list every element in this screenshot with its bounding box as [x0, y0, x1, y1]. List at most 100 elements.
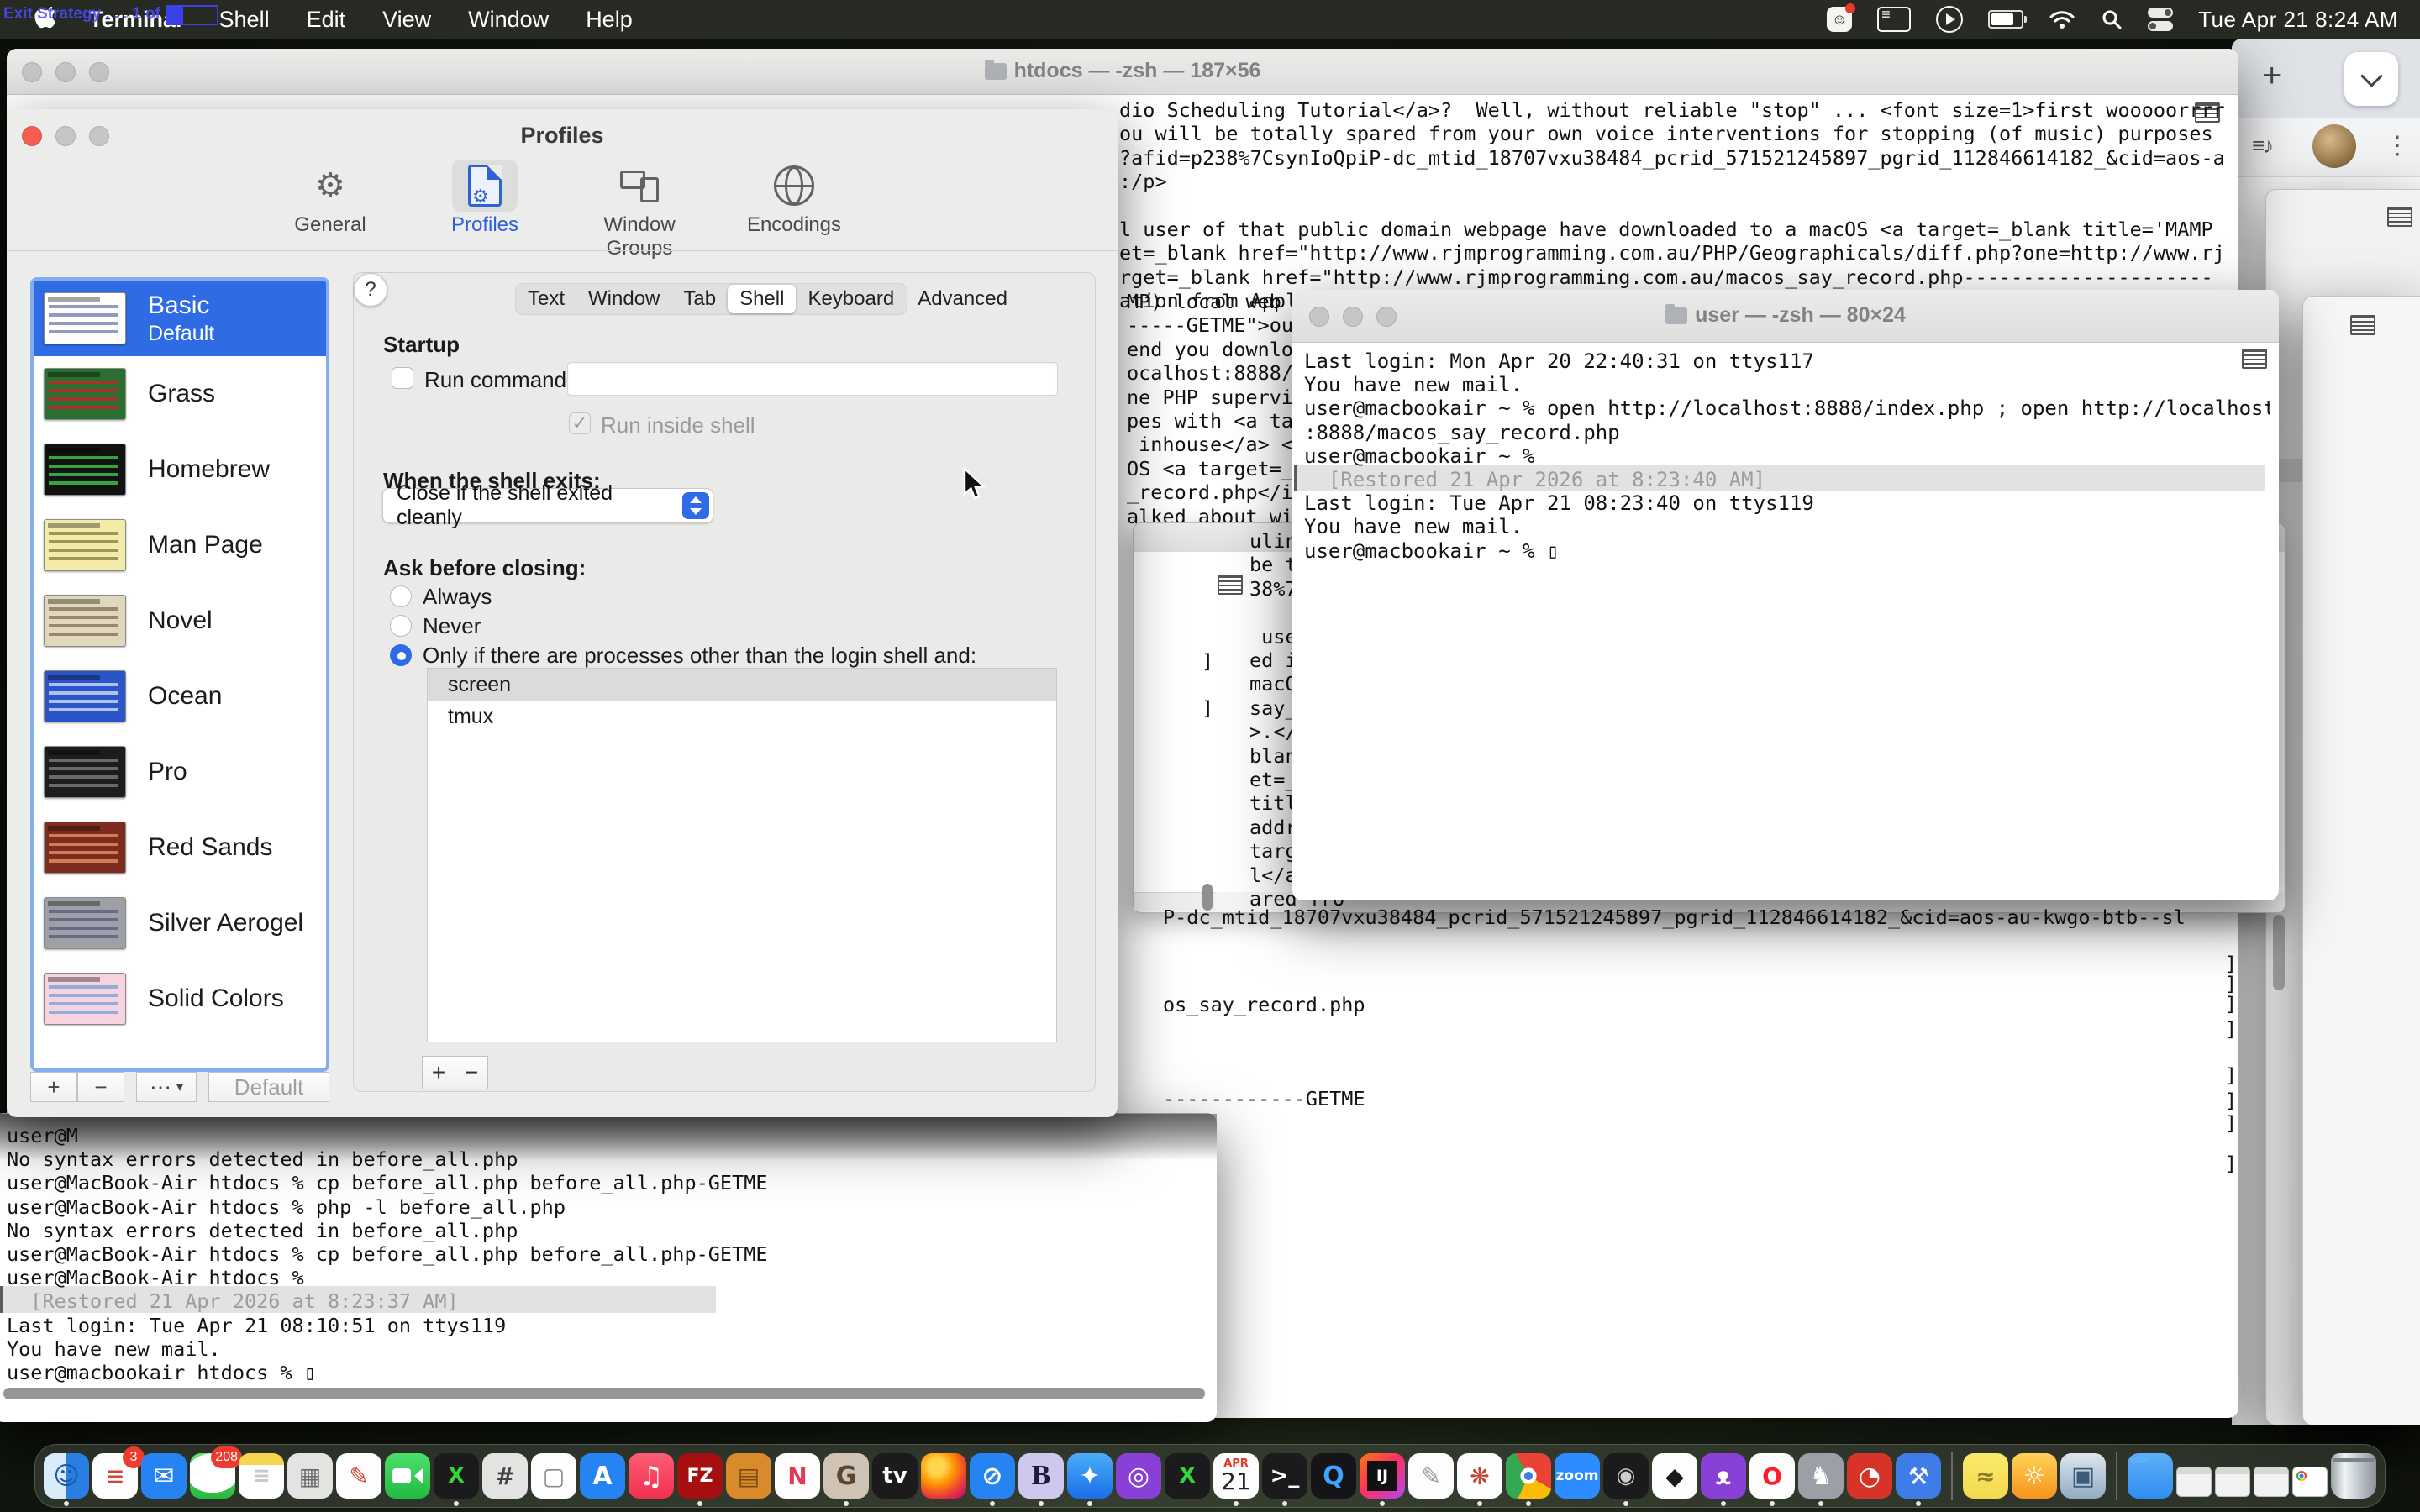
dock-icon-chrome[interactable]: [1506, 1453, 1551, 1499]
toolbar-item-encodings[interactable]: Encodings: [731, 156, 857, 250]
profile-row-man-page[interactable]: Man Page: [34, 507, 326, 583]
profile-row-pro[interactable]: Pro: [34, 734, 326, 810]
profile-row-homebrew[interactable]: Homebrew: [34, 432, 326, 507]
dock-icon-gauge-app[interactable]: ◔: [1847, 1453, 1892, 1499]
profile-row-novel[interactable]: Novel: [34, 583, 326, 659]
dock-icon-quicktime[interactable]: Q: [1311, 1453, 1356, 1499]
tab-search-button[interactable]: [2344, 52, 2398, 106]
dock-icon-apple-tv[interactable]: tv: [872, 1453, 918, 1499]
dock-icon-bulb-app[interactable]: ☼: [2012, 1453, 2057, 1499]
profile-row-red-sands[interactable]: Red Sands: [34, 810, 326, 885]
dock-icon-mamp-elephant[interactable]: ♞: [1798, 1453, 1844, 1499]
add-profile-button[interactable]: +: [30, 1072, 77, 1102]
horizontal-scrollbar-thumb[interactable]: [3, 1388, 1205, 1399]
dock-icon-podcasts[interactable]: ◎: [1116, 1453, 1161, 1499]
menu-item-view[interactable]: View: [364, 7, 450, 33]
profile-row-basic[interactable]: BasicDefault: [34, 281, 326, 356]
process-list[interactable]: screentmux: [427, 668, 1057, 1042]
default-button[interactable]: Default: [208, 1072, 329, 1102]
profile-row-ocean[interactable]: Ocean: [34, 659, 326, 734]
wifi-icon[interactable]: [2049, 9, 2075, 29]
dock-icon-paint-app[interactable]: ❋: [1457, 1453, 1502, 1499]
battery-icon[interactable]: [1988, 10, 2023, 29]
toolbar-item-window-groups[interactable]: Window Groups: [576, 156, 702, 250]
dock-icon-photo-app[interactable]: ▣: [2060, 1453, 2106, 1499]
dock-icon-hammer-app[interactable]: ⚒: [1896, 1453, 1941, 1499]
dock-icon-opera[interactable]: O: [1749, 1453, 1795, 1499]
browser-avatar[interactable]: [2312, 124, 2356, 168]
tab-advanced[interactable]: Advanced: [906, 287, 1019, 311]
scrollbar-thumb[interactable]: [2273, 915, 2285, 990]
profile-row-solid-colors[interactable]: Solid Colors: [34, 961, 326, 1037]
tab-list-icon[interactable]: ≡♪: [2252, 133, 2272, 159]
toolbar-item-general[interactable]: ⚙General: [267, 156, 393, 250]
process-list-item-screen[interactable]: screen: [428, 669, 1056, 701]
dock-icon-textedit[interactable]: ✎: [1408, 1453, 1454, 1499]
menu-item-window[interactable]: Window: [450, 7, 567, 33]
radio-always[interactable]: [390, 585, 412, 607]
help-button[interactable]: ?: [354, 273, 387, 307]
dock-icon-launchpad[interactable]: ▦: [287, 1453, 333, 1499]
dock-icon-terminal[interactable]: >_: [1262, 1453, 1307, 1499]
dock-icon-orange-app[interactable]: ▤: [726, 1453, 771, 1499]
new-tab-button[interactable]: +: [2262, 57, 2281, 95]
keyboard-menu-icon[interactable]: [1877, 7, 1911, 32]
dock-icon-music[interactable]: ♫: [629, 1453, 674, 1499]
dock-icon-min-window-1[interactable]: [2176, 1467, 2212, 1497]
dock-icon-app-store[interactable]: A: [580, 1453, 625, 1499]
dock-icon-cat-app[interactable]: ᴥ: [1701, 1453, 1746, 1499]
dock-icon-min-window-2[interactable]: [2215, 1467, 2250, 1497]
dock-icon-messages[interactable]: 208: [190, 1453, 235, 1499]
dock-icon-drawing-app[interactable]: ✎: [336, 1453, 381, 1499]
tab-window[interactable]: Window: [576, 287, 671, 311]
remove-process-button[interactable]: −: [455, 1056, 488, 1089]
dock-icon-camera-app[interactable]: ◉: [1603, 1453, 1649, 1499]
dock-icon-bbedit[interactable]: B: [1018, 1453, 1064, 1499]
radio-only[interactable]: [390, 644, 412, 666]
run-inside-shell-checkbox[interactable]: ✓: [569, 412, 591, 434]
dock-icon-mail[interactable]: ✉: [141, 1453, 187, 1499]
profile-row-silver-aerogel[interactable]: Silver Aerogel: [34, 885, 326, 961]
tab-keyboard[interactable]: Keyboard: [796, 287, 906, 311]
radio-never[interactable]: [390, 615, 412, 637]
remove-profile-button[interactable]: −: [77, 1072, 124, 1102]
dock-icon-facetime[interactable]: [385, 1453, 430, 1499]
tab-shell[interactable]: Shell: [728, 285, 796, 313]
playback-menu-icon[interactable]: [1936, 6, 1963, 33]
menu-item-help[interactable]: Help: [567, 7, 651, 33]
toolbar-item-profiles[interactable]: Profiles: [422, 156, 548, 250]
scrollbar-thumb[interactable]: [1202, 884, 1213, 911]
dock-icon-firefox[interactable]: [921, 1453, 966, 1499]
dock-icon-min-chrome[interactable]: [2292, 1467, 2328, 1497]
dock-icon-calendar[interactable]: APR21: [1213, 1453, 1259, 1499]
dock-icon-notes[interactable]: ≡: [239, 1453, 284, 1499]
dock-icon-blocker-app[interactable]: ⊘: [970, 1453, 1015, 1499]
recording-app-menu-icon[interactable]: ☺: [1827, 7, 1852, 32]
shell-exit-popup[interactable]: Close if the shell exited cleanly: [382, 488, 713, 523]
run-command-field[interactable]: [567, 362, 1058, 396]
control-center-icon[interactable]: [2148, 8, 2173, 31]
more-options-button[interactable]: ⋯ ▾: [136, 1072, 197, 1102]
dock-icon-preview-doc[interactable]: ▢: [531, 1453, 576, 1499]
tab-text[interactable]: Text: [516, 287, 576, 311]
dock-icon-trash[interactable]: [2331, 1453, 2376, 1499]
dock-icon-filezilla[interactable]: FZ: [677, 1453, 723, 1499]
dock-icon-finder[interactable]: ☺: [44, 1453, 89, 1499]
run-command-checkbox[interactable]: [392, 367, 413, 389]
process-list-item-tmux[interactable]: tmux: [428, 701, 1056, 732]
dock-icon-stickies[interactable]: ≈: [1963, 1453, 2008, 1499]
menu-item-edit[interactable]: Edit: [288, 7, 365, 33]
dock-icon-reminders[interactable]: ≡3: [92, 1453, 138, 1499]
dock-icon-safari[interactable]: ✦: [1067, 1453, 1113, 1499]
dock-icon-calculator[interactable]: #: [482, 1453, 528, 1499]
dock-icon-zoom-app[interactable]: zoom: [1555, 1453, 1600, 1499]
dock-icon-news[interactable]: N: [775, 1453, 820, 1499]
dock-icon-intellij[interactable]: [1360, 1453, 1405, 1499]
menu-clock[interactable]: Tue Apr 21 8:24 AM: [2198, 7, 2398, 33]
dock-icon-documents-folder[interactable]: [2128, 1453, 2173, 1499]
dock-icon-x11[interactable]: X: [434, 1453, 479, 1499]
tab-tab[interactable]: Tab: [671, 287, 728, 311]
dock-icon-inkscape[interactable]: ◆: [1652, 1453, 1697, 1499]
browser-menu-icon[interactable]: ⋮: [2385, 131, 2410, 160]
dock-icon-x11-2[interactable]: X: [1165, 1453, 1210, 1499]
